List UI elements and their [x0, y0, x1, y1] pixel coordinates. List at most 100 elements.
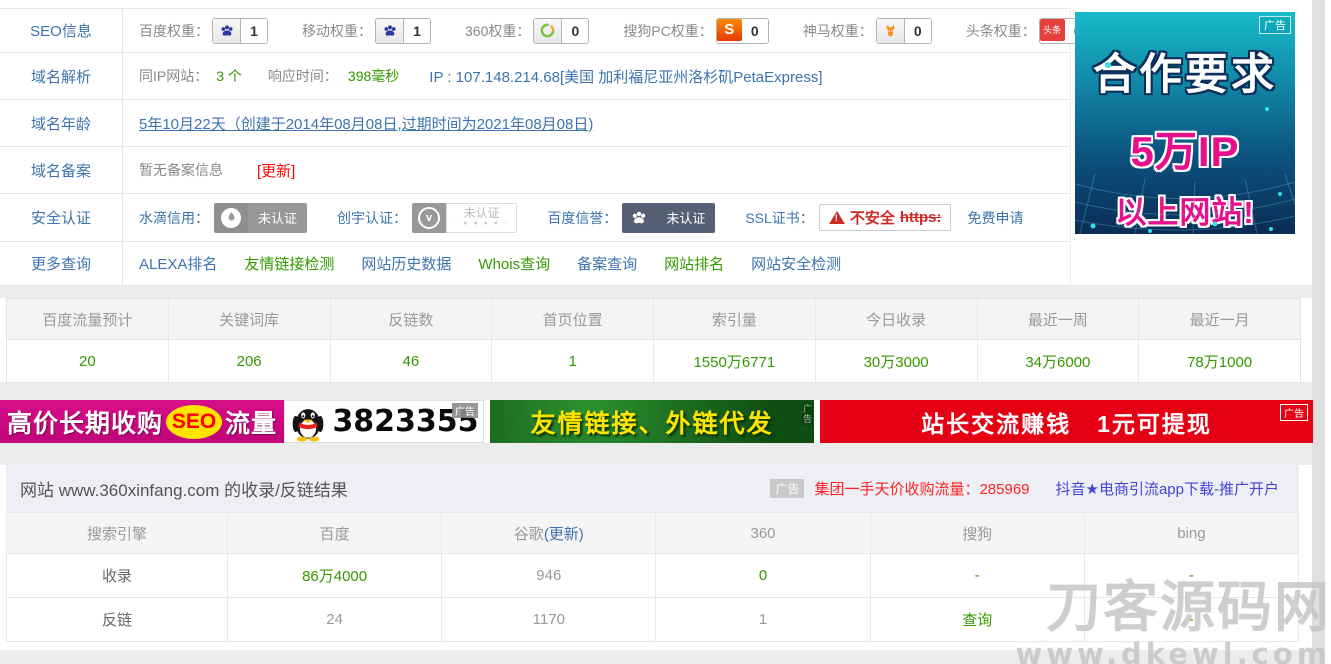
stats-col-keywords: 关键词库 [169, 299, 331, 339]
link-security-check[interactable]: 网站安全检测 [751, 253, 841, 274]
shuidi-credit: 水滴信用： 未认证 [139, 203, 307, 233]
chuangyu-cert: 创宇认证： v 未认证 - ● ● ● ● - [337, 203, 517, 233]
star-dots: - ● ● ● ● - [455, 220, 508, 228]
so360-weight-badge[interactable]: 0 [533, 18, 589, 44]
seo-report-page: SEO信息 百度权重： 1 移动权重： 1 36 [0, 0, 1331, 664]
index-backlink-result-panel: 网站 www.360xinfang.com 的收录/反链结果 广告 集团一手天价… [6, 465, 1299, 642]
result-table-header: 搜索引擎 百度 谷歌(更新) 360 搜狗 bing [6, 512, 1299, 554]
qq-penguin-icon [289, 402, 327, 442]
stats-col-homepage-pos: 首页位置 [492, 299, 654, 339]
shenma-weight-badge[interactable]: 0 [876, 18, 932, 44]
stat-backlinks-value[interactable]: 46 [331, 340, 493, 382]
ad-badge: 广告 [452, 403, 478, 418]
icp-update-link[interactable]: [更新] [257, 160, 295, 181]
baidu-rep-badge[interactable]: 未认证 [622, 203, 715, 233]
ssl-insecure-box[interactable]: 不安全 https: [819, 204, 952, 231]
row-domain-age: 域名年龄 5年10月22天（创建于2014年08月08日,过期时间为2021年0… [0, 100, 1070, 147]
ad-text: 1元可提现 [1097, 405, 1212, 439]
360-backlink-value: 1 [656, 598, 870, 641]
sogou-backlink-query-link[interactable]: 查询 [871, 598, 1085, 641]
same-ip-label: 同IP网站： [139, 66, 208, 86]
row-label: 域名备案 [0, 147, 123, 193]
weight-label: 百度权重： [139, 21, 209, 41]
ssl-cert: SSL证书： 不安全 https: 免费申请 [745, 204, 1023, 231]
baidu-paw-icon [622, 203, 656, 233]
mobile-weight-badge[interactable]: 1 [375, 18, 431, 44]
chuangyu-badge-text: 未认证 - ● ● ● ● - [446, 203, 517, 233]
sogou-s-icon: S [717, 19, 742, 41]
google-update-link[interactable]: (更新) [544, 523, 584, 544]
dot-decoration [1265, 107, 1269, 111]
same-ip-value[interactable]: 3 个 [216, 66, 242, 86]
sogou-pc-weight[interactable]: 搜狗PC权重： S 0 [623, 18, 768, 44]
shuidi-badge-text: 未认证 [248, 203, 307, 233]
mobile-weight[interactable]: 移动权重： 1 [302, 18, 431, 44]
link-friend-links-check[interactable]: 友情链接检测 [244, 253, 334, 274]
toutiao-weight[interactable]: 头条权重： 头条 0 [966, 18, 1092, 44]
divider-band [0, 650, 1312, 664]
stats-value-row: 20 206 46 1 1550万6771 30万3000 34万6000 78… [7, 340, 1300, 382]
result-header-ads: 广告 集团一手天价收购流量：285969 抖音★电商引流app下载-推广开户 [770, 478, 1285, 499]
water-drop-icon [214, 203, 248, 233]
stats-col-backlinks: 反链数 [331, 299, 493, 339]
shenma-weight[interactable]: 神马权重： 0 [803, 18, 932, 44]
seo-ellipse-badge: SEO [166, 405, 222, 439]
link-whois[interactable]: Whois查询 [478, 253, 550, 274]
link-site-history[interactable]: 网站历史数据 [361, 253, 451, 274]
stat-today-value[interactable]: 30万3000 [816, 340, 978, 382]
baidu-index-value[interactable]: 86万4000 [228, 554, 442, 597]
stat-traffic-value[interactable]: 20 [7, 340, 169, 382]
ad-text: 高价长期收购 [7, 404, 163, 440]
ad-text: 友情链接、外链代发 [530, 404, 773, 440]
link-alexa-rank[interactable]: ALEXA排名 [139, 253, 217, 274]
weight-label: 搜狗PC权重： [623, 21, 712, 41]
bing-index-value: - [1085, 554, 1298, 597]
ssl-https-text: https: [900, 209, 942, 226]
buy-traffic-ad-banner[interactable]: 高价长期收购 SEO 流量 3823355 广告 [0, 400, 484, 443]
weight-label: 神马权重： [803, 21, 873, 41]
baidu-reputation: 百度信誉： 未认证 [547, 203, 715, 233]
scrollbar-track[interactable] [1312, 0, 1325, 664]
stat-index-value[interactable]: 1550万6771 [654, 340, 816, 382]
weight-value: 0 [742, 19, 768, 43]
warning-triangle-icon [829, 211, 845, 224]
360-index-value[interactable]: 0 [656, 554, 870, 597]
baidu-rep-badge-text: 未认证 [656, 203, 715, 233]
stats-col-month: 最近一月 [1139, 299, 1300, 339]
stat-keywords-value[interactable]: 206 [169, 340, 331, 382]
link-icp-query[interactable]: 备案查询 [577, 253, 637, 274]
side-ad-line1: 合作要求 [1075, 40, 1295, 102]
chuangyu-badge[interactable]: v 未认证 - ● ● ● ● - [412, 203, 517, 233]
side-ad-banner[interactable]: 广告 合作要求 5万IP 以上网站! [1075, 12, 1295, 234]
webmaster-money-ad-banner[interactable]: 站长交流赚钱 1元可提现 广告 [820, 400, 1313, 443]
ssl-free-apply-link[interactable]: 免费申请 [967, 208, 1023, 228]
ip-info[interactable]: IP : 107.148.214.68[美国 加利福尼亚州洛杉矶PetaExpr… [429, 66, 822, 87]
response-time-label: 响应时间： [268, 66, 338, 86]
row-more-queries: 更多查询 ALEXA排名 友情链接检测 网站历史数据 Whois查询 备案查询 … [0, 242, 1070, 286]
stats-col-week: 最近一周 [978, 299, 1140, 339]
domain-age-link[interactable]: 5年10月22天（创建于2014年08月08日,过期时间为2021年08月08日… [139, 113, 593, 134]
weight-value: 1 [404, 19, 430, 43]
stat-homepage-pos-value[interactable]: 1 [492, 340, 654, 382]
row-security: 安全认证 水滴信用： 未认证 创宇认证： v 未认证 - ● ● ● [0, 194, 1070, 242]
header-ad-blue-link[interactable]: 抖音★电商引流app下载-推广开户 [1056, 478, 1279, 499]
baidu-weight-badge[interactable]: 1 [212, 18, 268, 44]
result-header: 网站 www.360xinfang.com 的收录/反链结果 广告 集团一手天价… [6, 465, 1299, 512]
sogou-weight-badge[interactable]: S 0 [716, 18, 769, 44]
link-site-rank[interactable]: 网站排名 [664, 253, 724, 274]
google-label: 谷歌 [514, 523, 544, 544]
col-sogou: 搜狗 [871, 513, 1085, 553]
stat-month-value[interactable]: 78万1000 [1139, 340, 1300, 382]
table-row-backlinks: 反链 24 1170 1 查询 - [6, 598, 1299, 642]
shuidi-badge[interactable]: 未认证 [214, 203, 307, 233]
so360-weight[interactable]: 360权重： 0 [465, 18, 589, 44]
row-label: 更多查询 [0, 242, 123, 285]
col-baidu: 百度 [228, 513, 442, 553]
chuangyu-label: 创宇认证： [337, 208, 407, 228]
weight-label: 头条权重： [966, 21, 1036, 41]
weight-value: 0 [905, 19, 931, 43]
baidu-weight[interactable]: 百度权重： 1 [139, 18, 268, 44]
header-ad-red-link[interactable]: 集团一手天价收购流量：285969 [814, 478, 1029, 499]
stat-week-value[interactable]: 34万6000 [978, 340, 1140, 382]
friend-links-ad-banner[interactable]: 友情链接、外链代发 广告 [490, 400, 814, 443]
